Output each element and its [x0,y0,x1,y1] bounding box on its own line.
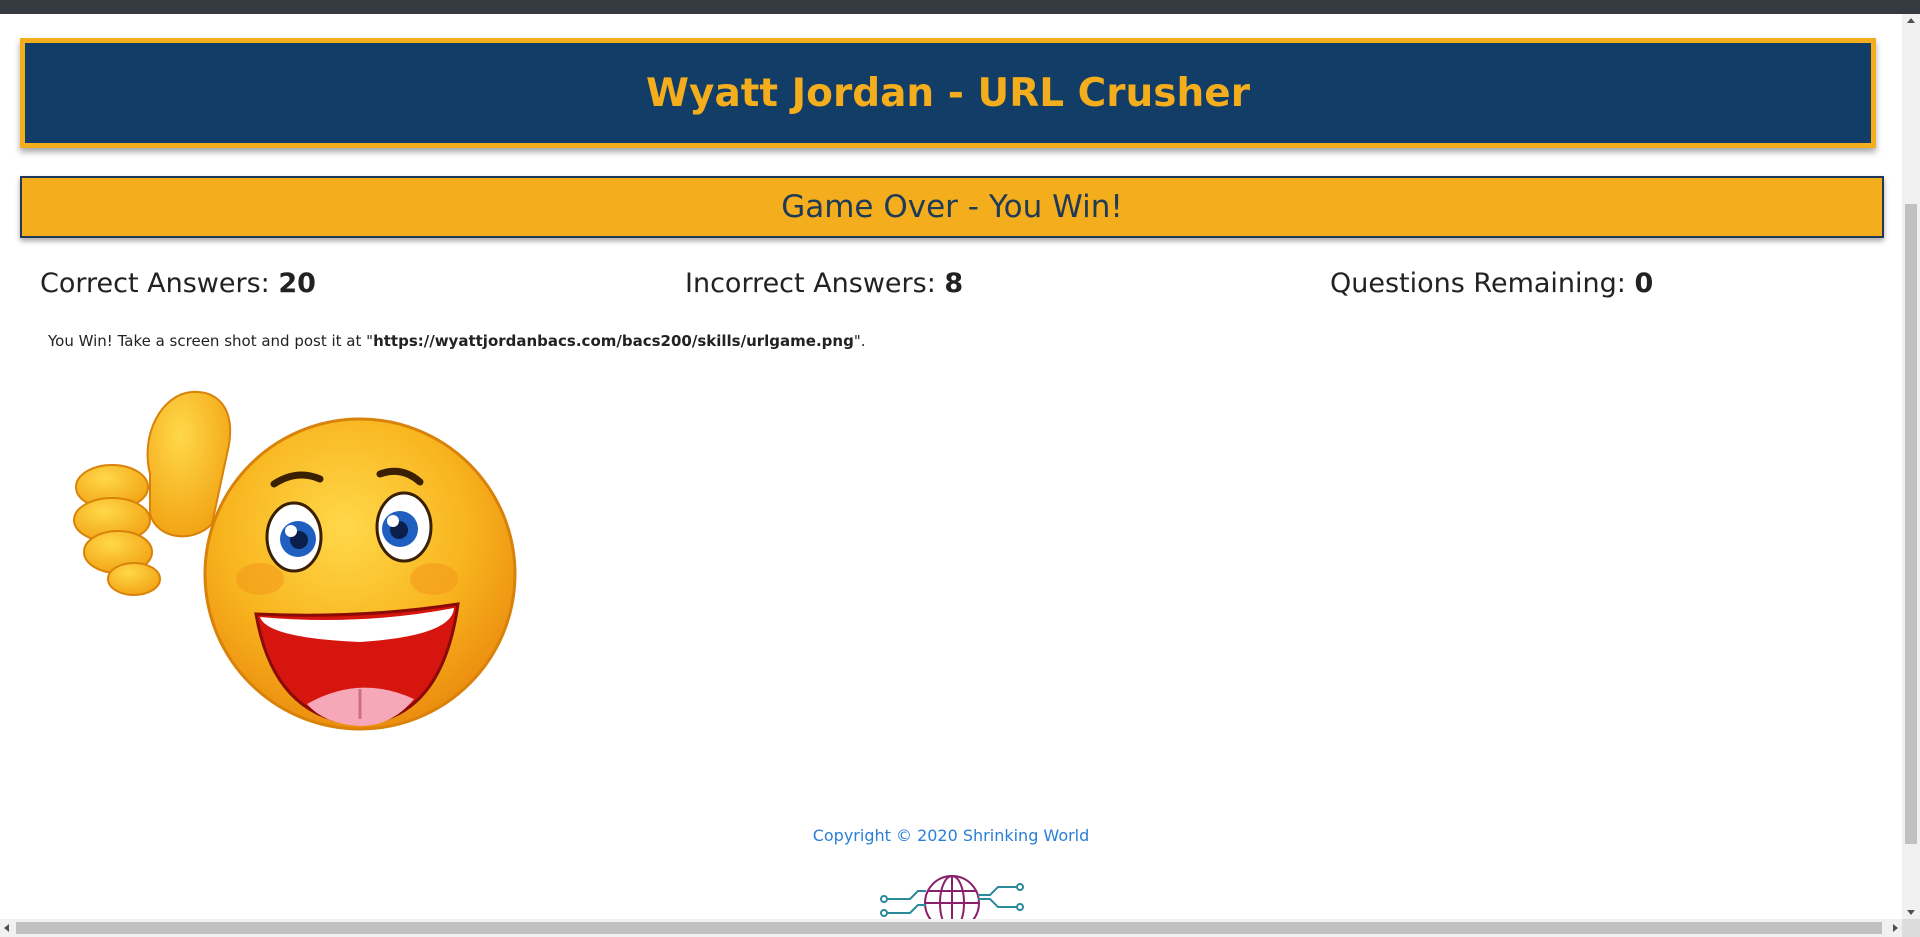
game-status: Game Over - You Win! [781,189,1123,225]
correct-answers-value: 20 [278,268,316,299]
vertical-scrollbar[interactable] [1902,14,1920,919]
scrollbar-corner [1902,919,1920,937]
scroll-down-arrow-icon[interactable] [1907,910,1915,915]
horizontal-scroll-thumb[interactable] [16,922,1882,934]
status-banner: Game Over - You Win! [20,176,1884,238]
win-message-prefix: You Win! Take a screen shot and post it … [48,332,374,350]
correct-answers-label: Correct Answers: [40,268,270,299]
footer-copyright[interactable]: Copyright © 2020 Shrinking World [0,826,1902,845]
horizontal-scrollbar[interactable] [0,919,1902,937]
correct-answers-stat: Correct Answers: 20 [40,268,316,299]
questions-remaining-label: Questions Remaining: [1330,268,1626,299]
score-stats: Correct Answers: 20 Incorrect Answers: 8… [40,268,1890,312]
questions-remaining-value: 0 [1634,268,1654,299]
scroll-up-arrow-icon[interactable] [1907,18,1915,23]
scroll-left-arrow-icon[interactable] [4,924,9,932]
incorrect-answers-stat: Incorrect Answers: 8 [685,268,963,299]
vertical-scroll-thumb[interactable] [1905,204,1917,844]
browser-top-bar [0,0,1920,14]
submission-url: https://wyattjordanbacs.com/bacs200/skil… [373,332,854,350]
incorrect-answers-value: 8 [944,268,964,299]
win-message-suffix: ". [853,332,866,350]
incorrect-answers-label: Incorrect Answers: [685,268,936,299]
page-content: Wyatt Jordan - URL Crusher Game Over - Y… [0,14,1902,919]
page-title: Wyatt Jordan - URL Crusher [646,70,1250,116]
questions-remaining-stat: Questions Remaining: 0 [1330,268,1653,299]
title-banner: Wyatt Jordan - URL Crusher [20,38,1876,148]
win-message: You Win! Take a screen shot and post it … [48,332,865,350]
scroll-right-arrow-icon[interactable] [1893,924,1898,932]
globe-circuit-logo-icon [880,875,1024,919]
thumbs-up-smiley-icon [73,390,517,731]
